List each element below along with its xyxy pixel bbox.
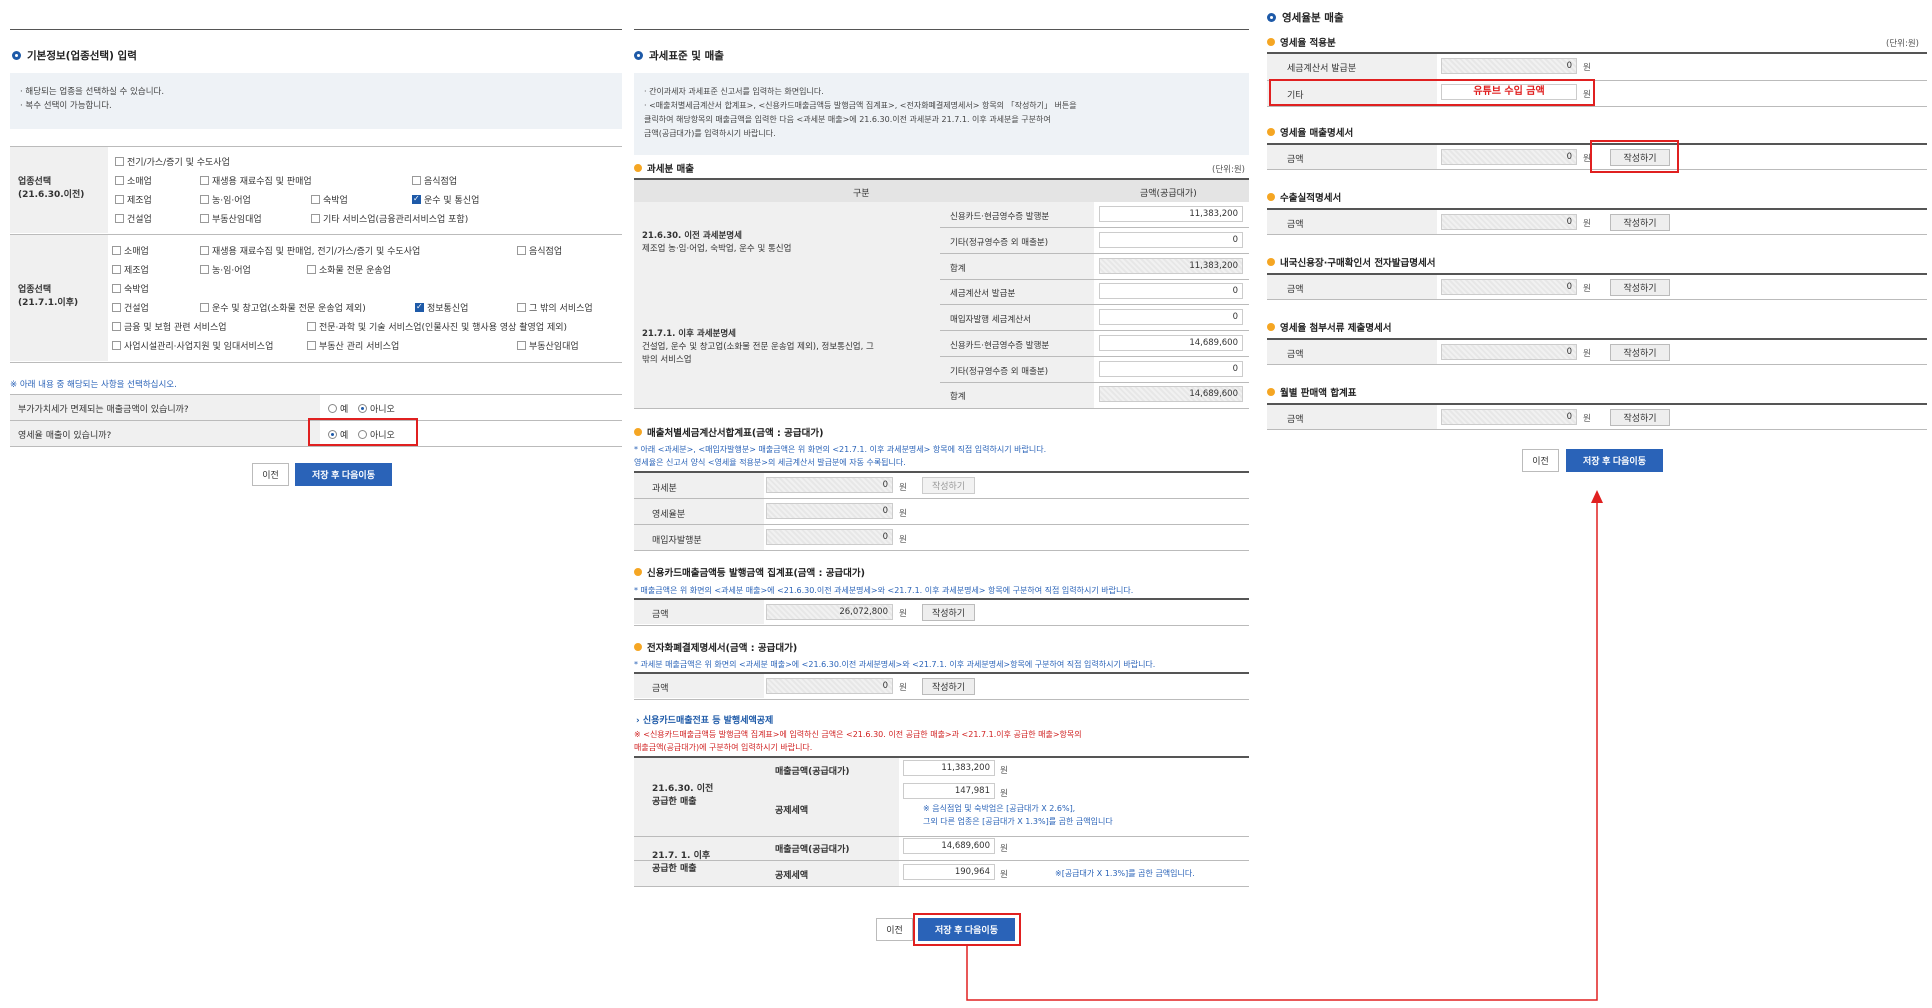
flow-arrow-icon (966, 490, 1603, 1001)
